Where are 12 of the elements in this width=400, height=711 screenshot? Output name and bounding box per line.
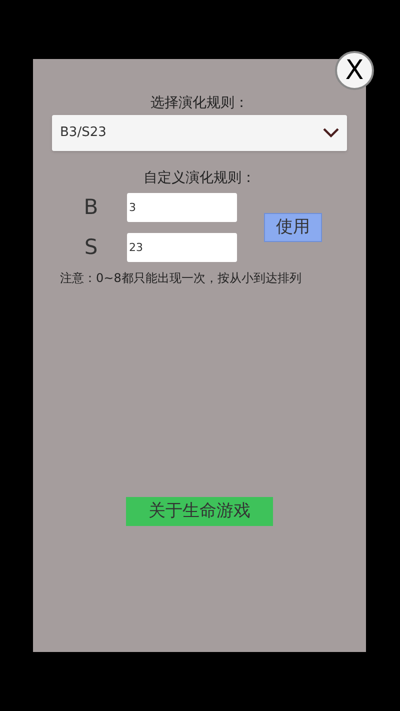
chevron-down-icon <box>323 128 339 138</box>
rule-select-title: 选择演化规则： <box>150 94 248 113</box>
custom-rule-title: 自定义演化规则： <box>144 169 256 188</box>
rule-input-field[interactable]: 23 <box>127 232 237 262</box>
apply-button[interactable]: 使用 <box>264 213 322 242</box>
about-button[interactable]: 关于生命游戏 <box>126 497 273 526</box>
field-label: S <box>83 234 99 260</box>
note-text: 注意：0~8都只能出现一次，按从小到达排列 <box>59 270 302 287</box>
rule-input-field[interactable]: 3 <box>127 193 237 222</box>
rule-dropdown[interactable]: B3/S23 <box>52 115 347 151</box>
close-button[interactable]: X <box>335 51 374 90</box>
field-label: B <box>82 194 100 221</box>
